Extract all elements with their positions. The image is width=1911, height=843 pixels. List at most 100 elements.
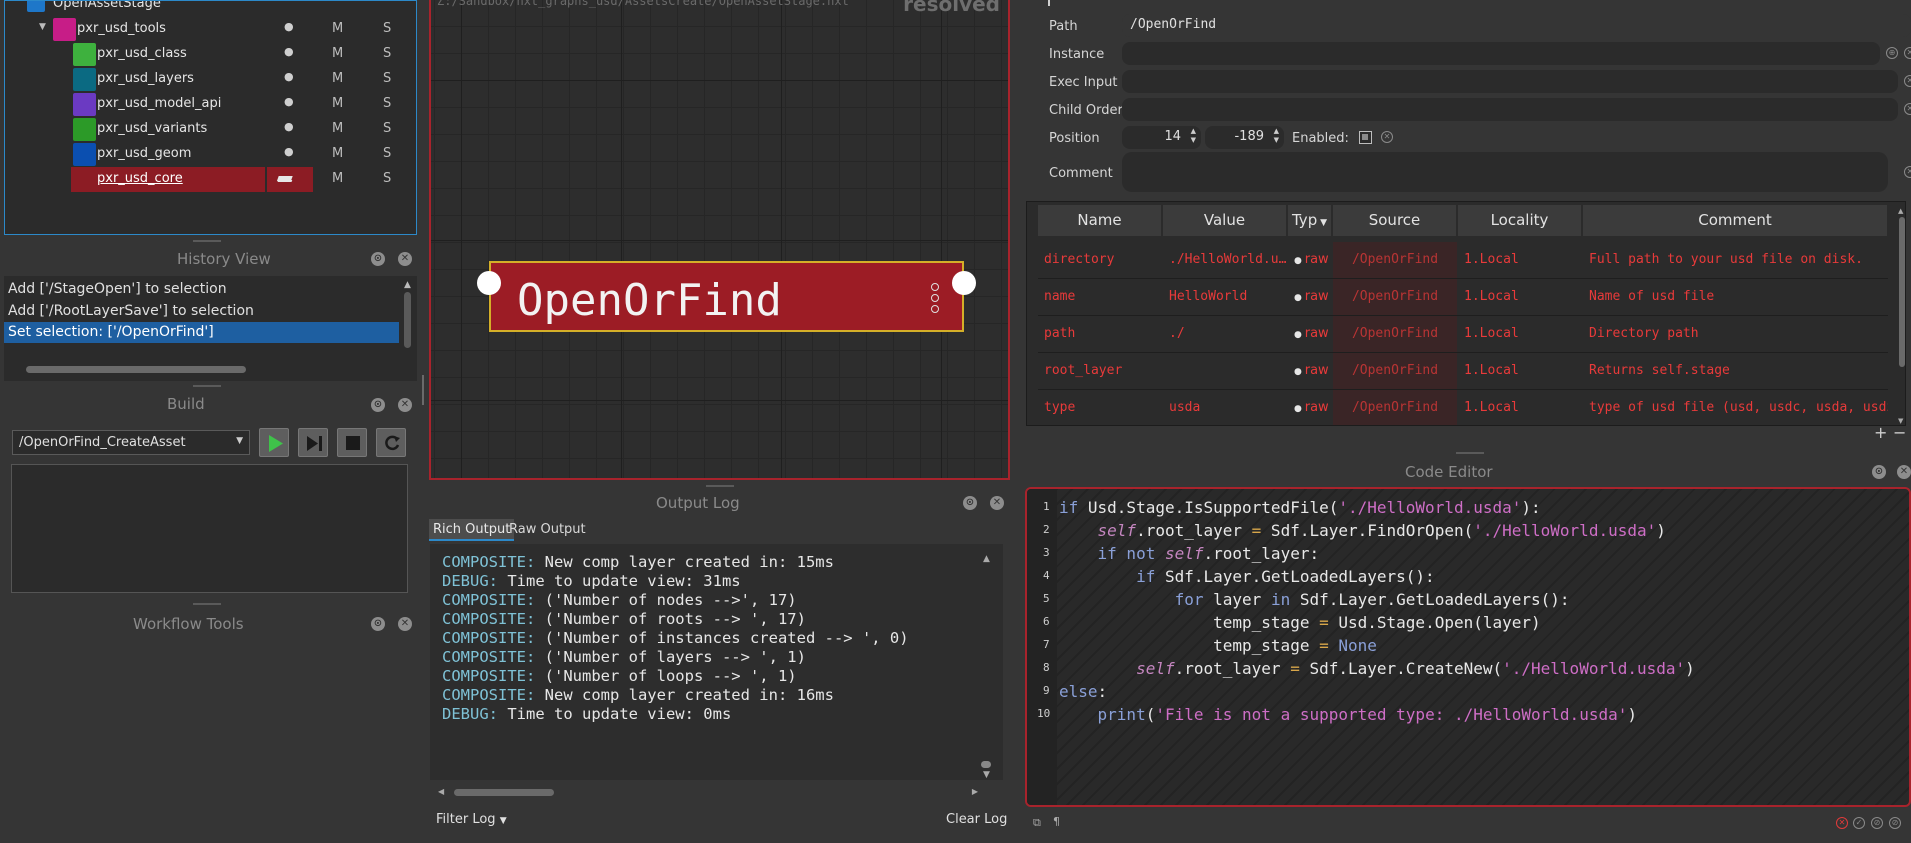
accept-icon[interactable]: ✓ xyxy=(1853,817,1865,829)
close-panel-icon[interactable]: ✕ xyxy=(1897,465,1911,479)
float-panel-icon[interactable]: ⊙ xyxy=(963,496,977,510)
tree-row-pxr-usd-tools[interactable]: ▼ ● pxr_usd_tools M S xyxy=(5,17,416,42)
step-build-button[interactable] xyxy=(298,428,328,457)
solo-toggle[interactable]: S xyxy=(383,121,391,136)
cell-type[interactable]: ● raw xyxy=(1288,279,1332,315)
run-build-button[interactable] xyxy=(259,428,289,457)
instance-field[interactable] xyxy=(1122,42,1880,65)
mute-toggle[interactable]: M xyxy=(332,171,343,186)
splitter-handle[interactable] xyxy=(706,485,734,487)
tab-rich-output[interactable]: Rich Output xyxy=(429,519,515,541)
child-order-field[interactable] xyxy=(1122,98,1898,121)
position-y-spinbox[interactable]: -189 ▲ ▼ xyxy=(1205,126,1284,149)
tree-row-pxr-usd-geom[interactable]: ● pxr_usd_geom M S xyxy=(5,142,416,167)
float-panel-icon[interactable]: ⊙ xyxy=(371,617,385,631)
cell-locality[interactable]: 1.Local xyxy=(1458,353,1582,389)
cell-source[interactable]: /OpenOrFind xyxy=(1333,316,1457,352)
solo-toggle[interactable]: S xyxy=(383,96,391,111)
code-editor[interactable]: 1 2 3 4 5 6 7 8 9 10 if Usd.Stage.IsSupportedFile… xyxy=(1025,487,1911,807)
mute-toggle[interactable]: M xyxy=(332,46,343,61)
clear-field-icon[interactable]: ✕ xyxy=(1904,75,1911,87)
reset-build-button[interactable] xyxy=(376,428,406,457)
path-field[interactable]: /OpenOrFind xyxy=(1122,14,1911,37)
cell-value[interactable]: ./ xyxy=(1163,316,1287,352)
solo-toggle[interactable]: S xyxy=(383,46,391,61)
exec-input-field[interactable] xyxy=(1122,70,1898,93)
node-openorfind[interactable]: OpenOrFind xyxy=(489,261,964,332)
mute-toggle[interactable]: M xyxy=(332,121,343,136)
node-graph-canvas[interactable]: Z:/Sandbox/nxt_graphs_usd/AssetsCreate/O… xyxy=(429,0,1010,480)
stop-build-button[interactable] xyxy=(337,428,367,457)
visibility-dot-icon[interactable]: ● xyxy=(284,20,294,33)
col-header-locality[interactable]: Locality xyxy=(1458,205,1582,236)
history-item[interactable]: Add ['/RootLayerSave'] to selection xyxy=(4,301,399,322)
history-item-selected[interactable]: Set selection: ['/OpenOrFind'] xyxy=(4,322,399,343)
cell-locality[interactable]: 1.Local xyxy=(1458,242,1582,278)
cell-type[interactable]: ● raw xyxy=(1288,316,1332,352)
clear-log-button[interactable]: Clear Log xyxy=(946,812,1007,827)
layer-color-swatch[interactable] xyxy=(53,18,76,41)
cell-comment[interactable]: Returns self.stage xyxy=(1583,353,1888,389)
cell-comment[interactable]: Full path to your usd file on disk. xyxy=(1583,242,1888,278)
history-vscrollbar[interactable]: ▲ xyxy=(401,278,415,358)
node-output-port[interactable] xyxy=(952,271,976,295)
col-header-value[interactable]: Value xyxy=(1163,205,1287,236)
col-header-comment[interactable]: Comment xyxy=(1583,205,1888,236)
clear-code-icon[interactable]: ⊘ xyxy=(1889,817,1901,829)
history-item[interactable]: Add ['/StageOpen'] to selection xyxy=(4,279,399,300)
mute-toggle[interactable]: M xyxy=(332,146,343,161)
col-header-type[interactable]: Typ ▼ xyxy=(1288,205,1332,236)
cell-locality[interactable]: 1.Local xyxy=(1458,390,1582,425)
visibility-dot-icon[interactable]: ● xyxy=(284,145,294,158)
cell-comment[interactable]: Name of usd file xyxy=(1583,279,1888,315)
visibility-dot-icon[interactable]: ● xyxy=(284,70,294,83)
tree-row-pxr-usd-layers[interactable]: ● pxr_usd_layers M S xyxy=(5,67,416,92)
comment-field[interactable] xyxy=(1122,152,1888,192)
tab-raw-output[interactable]: Raw Output xyxy=(505,519,590,541)
log-vscroll-handle[interactable] xyxy=(981,761,991,768)
cell-name[interactable]: name xyxy=(1038,279,1162,315)
table-vscrollbar[interactable]: ▲ ▼ xyxy=(1898,205,1905,425)
cell-locality[interactable]: 1.Local xyxy=(1458,316,1582,352)
pilcrow-icon[interactable]: ¶ xyxy=(1053,815,1060,828)
cell-source[interactable]: /OpenOrFind xyxy=(1333,242,1457,278)
copy-icon[interactable]: ⧉ xyxy=(1033,816,1041,830)
solo-toggle[interactable]: S xyxy=(383,71,391,86)
cell-comment[interactable]: Directory path xyxy=(1583,316,1888,352)
close-panel-icon[interactable]: ✕ xyxy=(398,617,412,631)
splitter-handle[interactable] xyxy=(193,240,221,242)
node-input-port[interactable] xyxy=(477,271,501,295)
visibility-dot-icon[interactable]: ● xyxy=(284,45,294,58)
clear-field-icon[interactable]: ✕ xyxy=(1904,47,1911,59)
expand-arrow-icon[interactable]: ▼ xyxy=(39,22,46,32)
tree-row-pxr-usd-core[interactable]: pxr_usd_core M S xyxy=(5,167,416,192)
locate-instance-icon[interactable]: ⊕ xyxy=(1886,47,1898,59)
cell-value[interactable]: ./HelloWorld.u… xyxy=(1163,242,1287,278)
layer-stack-button[interactable] xyxy=(267,167,313,192)
history-hscrollbar[interactable] xyxy=(12,364,397,374)
error-icon[interactable]: ✕ xyxy=(1836,817,1848,829)
splitter-handle[interactable] xyxy=(1456,452,1484,454)
cell-name[interactable]: root_layer xyxy=(1038,353,1162,389)
splitter-handle[interactable] xyxy=(422,375,424,405)
scroll-up-icon[interactable]: ▲ xyxy=(983,554,990,564)
cell-source[interactable]: /OpenOrFind xyxy=(1333,279,1457,315)
splitter-handle[interactable] xyxy=(193,603,221,605)
tree-row-pxr-usd-variants[interactable]: ● pxr_usd_variants M S xyxy=(5,117,416,142)
revert-icon[interactable]: ⊘ xyxy=(1871,817,1883,829)
cell-value[interactable]: HelloWorld xyxy=(1163,279,1287,315)
col-header-source[interactable]: Source xyxy=(1333,205,1457,236)
cell-name[interactable]: path xyxy=(1038,316,1162,352)
log-hscrollbar[interactable]: ◀ ▶ xyxy=(438,787,978,799)
float-panel-icon[interactable]: ⊙ xyxy=(1872,465,1886,479)
tree-row-pxr-usd-class[interactable]: ● pxr_usd_class M S xyxy=(5,42,416,67)
float-panel-icon[interactable]: ⊙ xyxy=(371,398,385,412)
scroll-down-icon[interactable]: ▼ xyxy=(983,770,990,780)
enabled-checkbox[interactable] xyxy=(1359,131,1372,144)
clear-field-icon[interactable]: ✕ xyxy=(1904,166,1911,178)
mute-toggle[interactable]: M xyxy=(332,21,343,36)
cell-type[interactable]: ● raw xyxy=(1288,390,1332,425)
spin-arrows-icon[interactable]: ▲ ▼ xyxy=(1191,127,1196,145)
cell-type[interactable]: ● raw xyxy=(1288,353,1332,389)
build-target-select[interactable]: /OpenOrFind_CreateAsset ▼ xyxy=(12,430,250,455)
